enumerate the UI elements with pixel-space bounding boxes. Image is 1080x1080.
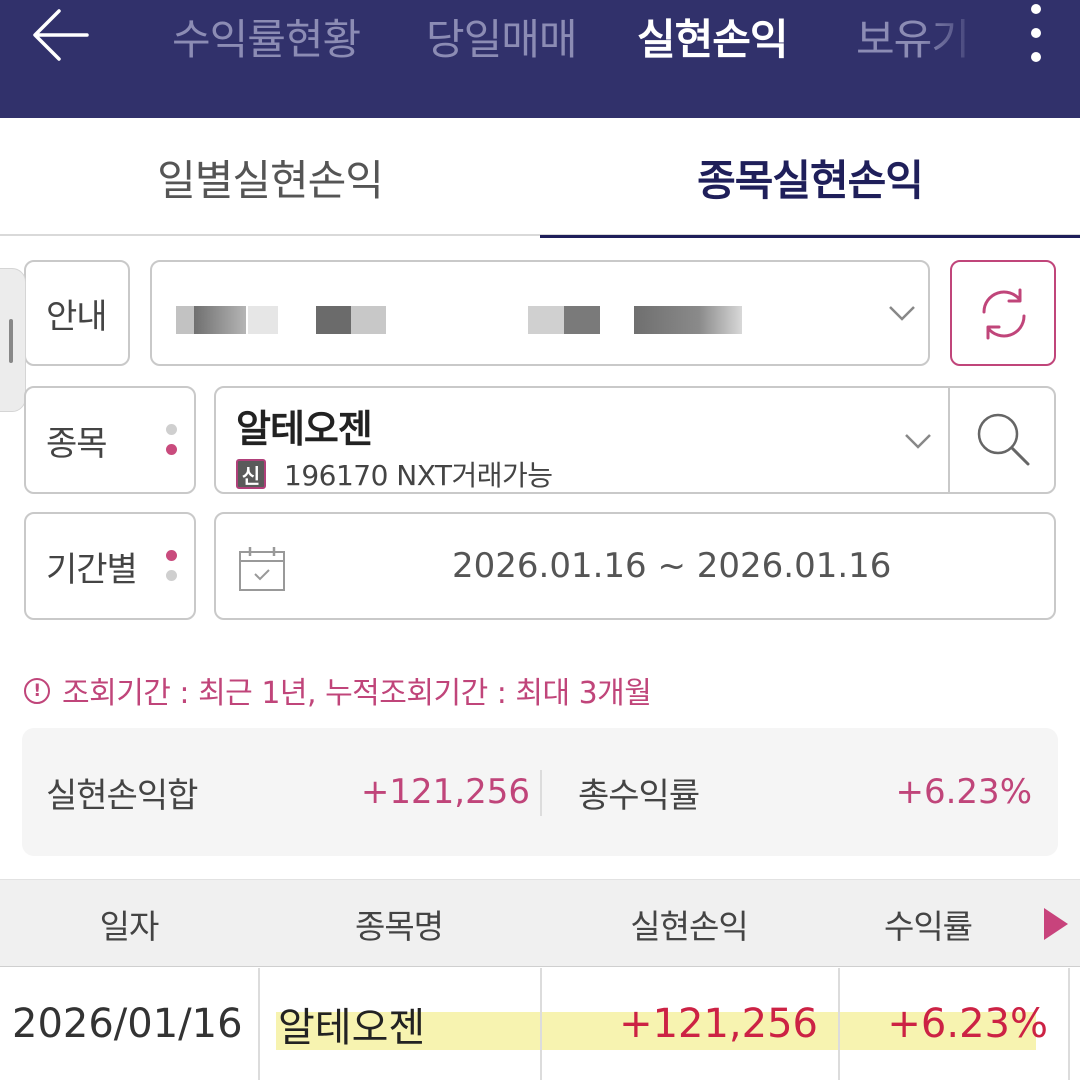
table-header: 일자 종목명 실현손익 수익률	[0, 879, 1080, 967]
stock-code: 196170 NXT거래가능	[284, 459, 553, 492]
col-name-header: 종목명	[354, 907, 444, 946]
credit-badge: 신	[236, 459, 266, 489]
table-row[interactable]: 2026/01/16 알테오젠 +121,256 +6.23%	[0, 968, 1080, 1080]
tab-daily-realized[interactable]: 일별실현손익	[0, 118, 540, 236]
calendar-icon	[239, 547, 285, 591]
tab-fade	[920, 0, 1010, 78]
refresh-icon	[982, 288, 1026, 340]
chevron-down-icon	[905, 434, 931, 449]
info-icon: !	[24, 678, 50, 704]
col-profit-header: 실현손익	[630, 907, 748, 946]
notice-text: 조회기간 : 최근 1년, 누적조회기간 : 최대 3개월	[62, 676, 652, 711]
row-rate: +6.23%	[887, 1001, 1048, 1047]
account-select[interactable]	[150, 260, 930, 366]
summary-panel: 실현손익합 +121,256 총수익률 +6.23%	[22, 728, 1058, 856]
account-label: 안내	[46, 296, 108, 337]
tab-stock-realized[interactable]: 종목실현손익	[540, 118, 1080, 238]
sub-tabs: 일별실현손익 종목실현손익	[0, 118, 1080, 238]
query-period-notice: ! 조회기간 : 최근 1년, 누적조회기간 : 최대 3개월	[24, 670, 652, 711]
realized-sum-label: 실현손익합	[46, 775, 198, 816]
total-rate-value: +6.23%	[895, 772, 1033, 812]
row-date: 2026/01/16	[12, 1001, 243, 1047]
stock-info: 신 196170 NXT거래가능	[236, 454, 553, 494]
stock-label-box[interactable]: 종목	[24, 386, 196, 494]
period-label: 기간별	[46, 549, 138, 590]
total-rate-label: 총수익률	[578, 775, 700, 816]
date-range-field[interactable]: 2026.01.16 ~ 2026.01.16	[214, 512, 1056, 620]
drawer-handle[interactable]	[0, 268, 26, 412]
tab-realized-pnl[interactable]: 실현손익	[637, 6, 789, 67]
refresh-button[interactable]	[950, 260, 1056, 366]
stock-label: 종목	[46, 423, 108, 464]
row-stock-name: 알테오젠	[278, 1005, 426, 1051]
toggle-dots-icon	[166, 422, 178, 458]
realized-sum-value: +121,256	[360, 772, 530, 812]
search-button[interactable]	[950, 388, 1056, 492]
toggle-dots-icon	[166, 548, 178, 584]
tab-day-trading[interactable]: 당일매매	[426, 6, 578, 67]
search-icon	[977, 413, 1030, 466]
summary-divider	[540, 770, 542, 816]
stock-select[interactable]: 알테오젠 신 196170 NXT거래가능	[214, 386, 1056, 494]
more-options-icon[interactable]	[1012, 0, 1060, 78]
col-rate-header: 수익률	[883, 907, 973, 946]
stock-name: 알테오젠	[236, 407, 373, 451]
row-profit: +121,256	[619, 1001, 818, 1047]
chevron-down-icon	[889, 306, 915, 321]
account-label-box[interactable]: 안내	[24, 260, 130, 366]
back-button[interactable]	[26, 4, 96, 66]
top-bar: 수익률현황 당일매매 실현손익 보유기	[0, 0, 1080, 118]
top-tabs: 수익률현황 당일매매 실현손익 보유기	[150, 0, 1010, 78]
arrow-left-icon	[33, 9, 89, 61]
scroll-right-icon[interactable]	[1044, 908, 1068, 940]
col-date-header: 일자	[99, 907, 160, 946]
period-label-box[interactable]: 기간별	[24, 512, 196, 620]
tab-profit-status[interactable]: 수익률현황	[172, 6, 361, 67]
date-range-text: 2026.01.16 ~ 2026.01.16	[452, 546, 892, 586]
